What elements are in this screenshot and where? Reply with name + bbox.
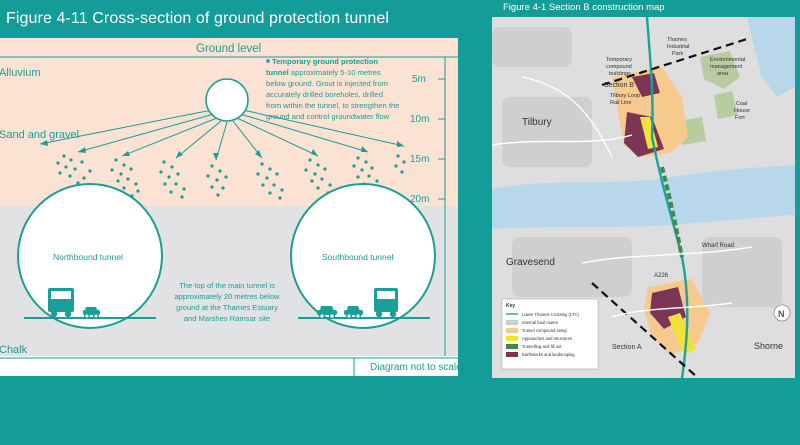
key-label-haul: Internal haul routes	[522, 320, 558, 325]
key-title: Key	[506, 303, 515, 309]
callout-bullet	[266, 59, 270, 63]
callout-line-2-bold: tunnel	[266, 68, 289, 77]
label-coalhouse-1: Coal	[736, 101, 747, 107]
cross-section-svg: Ground level Alluvium Sand and gravel Ch…	[0, 38, 458, 376]
right-figure-title: Figure 4-1 Section B construction map	[503, 2, 665, 13]
key-label-ltc: Lower Thames Crossing (LTC)	[522, 312, 579, 317]
label-temp-compound-3: buildings	[609, 71, 631, 77]
callout-line-5: from within the tunnel, to strengthen th…	[266, 101, 399, 110]
southbound-tunnel-label: Southbound tunnel	[322, 252, 393, 262]
label-shorne: Shorne	[754, 341, 783, 351]
alluvium-sand-layer	[0, 38, 458, 206]
key-swatch-approaches	[506, 336, 518, 341]
north-arrow-icon: N	[773, 304, 791, 322]
key-label-tunnelling: Tunnelling and fill out	[522, 344, 562, 349]
label-gravesend: Gravesend	[506, 257, 555, 268]
label-thames-industrial-1: Thames	[667, 37, 687, 43]
callout-line-1: Temporary ground protection	[272, 57, 379, 66]
label-section-a: Section A	[612, 344, 642, 351]
sand-gravel-label: Sand and gravel	[0, 129, 79, 141]
label-coalhouse-2: House	[734, 108, 750, 114]
key-label-compound: Tunnel compound setup	[522, 328, 567, 333]
label-temp-compound-1: Temporary	[606, 57, 632, 63]
label-environmental-1: Environmental	[710, 57, 745, 63]
key-swatch-haul	[506, 320, 518, 325]
alluvium-label: Alluvium	[0, 67, 41, 79]
callout-line-6: ground and control groundwater flow	[266, 112, 390, 121]
chalk-label: Chalk	[0, 344, 28, 356]
depth-label-15m: 15m	[410, 154, 429, 165]
label-environmental-3: area	[717, 71, 729, 77]
northbound-tunnel-label: Northbound tunnel	[53, 252, 123, 262]
left-figure-title: Figure 4-11 Cross-section of ground prot…	[6, 10, 389, 27]
map-key: Key Lower Thames Crossing (LTC) Internal…	[501, 298, 599, 370]
ground-level-label: Ground level	[196, 43, 261, 55]
label-temp-compound-2: compound	[606, 64, 632, 70]
callout-line-2: tunnel approximately 5-10 metres	[266, 68, 381, 77]
key-label-earthworks: Earthworks and landscaping	[522, 352, 575, 357]
label-section-b: Section B	[604, 82, 634, 89]
key-swatch-earthworks	[506, 352, 518, 357]
callout-line-3: below ground. Grout is injected from	[266, 79, 388, 88]
main-tunnel-note-line-3: ground at the Thames Estuary	[176, 303, 278, 312]
key-label-approaches: Approaches and structures	[522, 336, 572, 341]
ground-protection-tunnel	[205, 78, 249, 122]
label-thames-industrial-2: Industrial	[667, 44, 689, 50]
main-tunnel-note-line-1: The top of the main tunnel is	[179, 281, 275, 290]
key-swatch-tunnelling	[506, 344, 518, 349]
label-coalhouse-3: Fort	[735, 115, 745, 121]
label-tilbury-loop-1: Tilbury Loop	[610, 93, 640, 99]
construction-map: Thames Industrial Park Temporary compoun…	[492, 17, 795, 378]
key-swatch-compound	[506, 328, 518, 333]
not-to-scale-note: Diagram not to scale	[370, 362, 458, 373]
north-arrow-label: N	[778, 309, 785, 319]
label-thames-industrial-3: Park	[672, 51, 684, 57]
label-tilbury-loop-2: Rail Line	[610, 100, 631, 106]
cross-section-diagram: Ground level Alluvium Sand and gravel Ch…	[0, 38, 458, 376]
depth-label-5m: 5m	[412, 74, 426, 85]
construction-map-svg: Thames Industrial Park Temporary compoun…	[492, 17, 795, 378]
callout-line-2-rest: approximately 5-10 metres	[289, 68, 381, 77]
callout-line-4: accurately drilled boreholes, drilled	[266, 90, 383, 99]
label-wharf-road: Wharf Road	[702, 243, 734, 249]
main-tunnel-note-line-4: and Marshes Ramsar site	[184, 314, 271, 323]
label-environmental-2: management	[710, 64, 743, 70]
label-tilbury: Tilbury	[522, 117, 552, 128]
label-a226: A226	[654, 273, 669, 279]
main-tunnel-note-line-2: approximately 20 metres below	[174, 292, 280, 301]
depth-label-10m: 10m	[410, 114, 429, 125]
